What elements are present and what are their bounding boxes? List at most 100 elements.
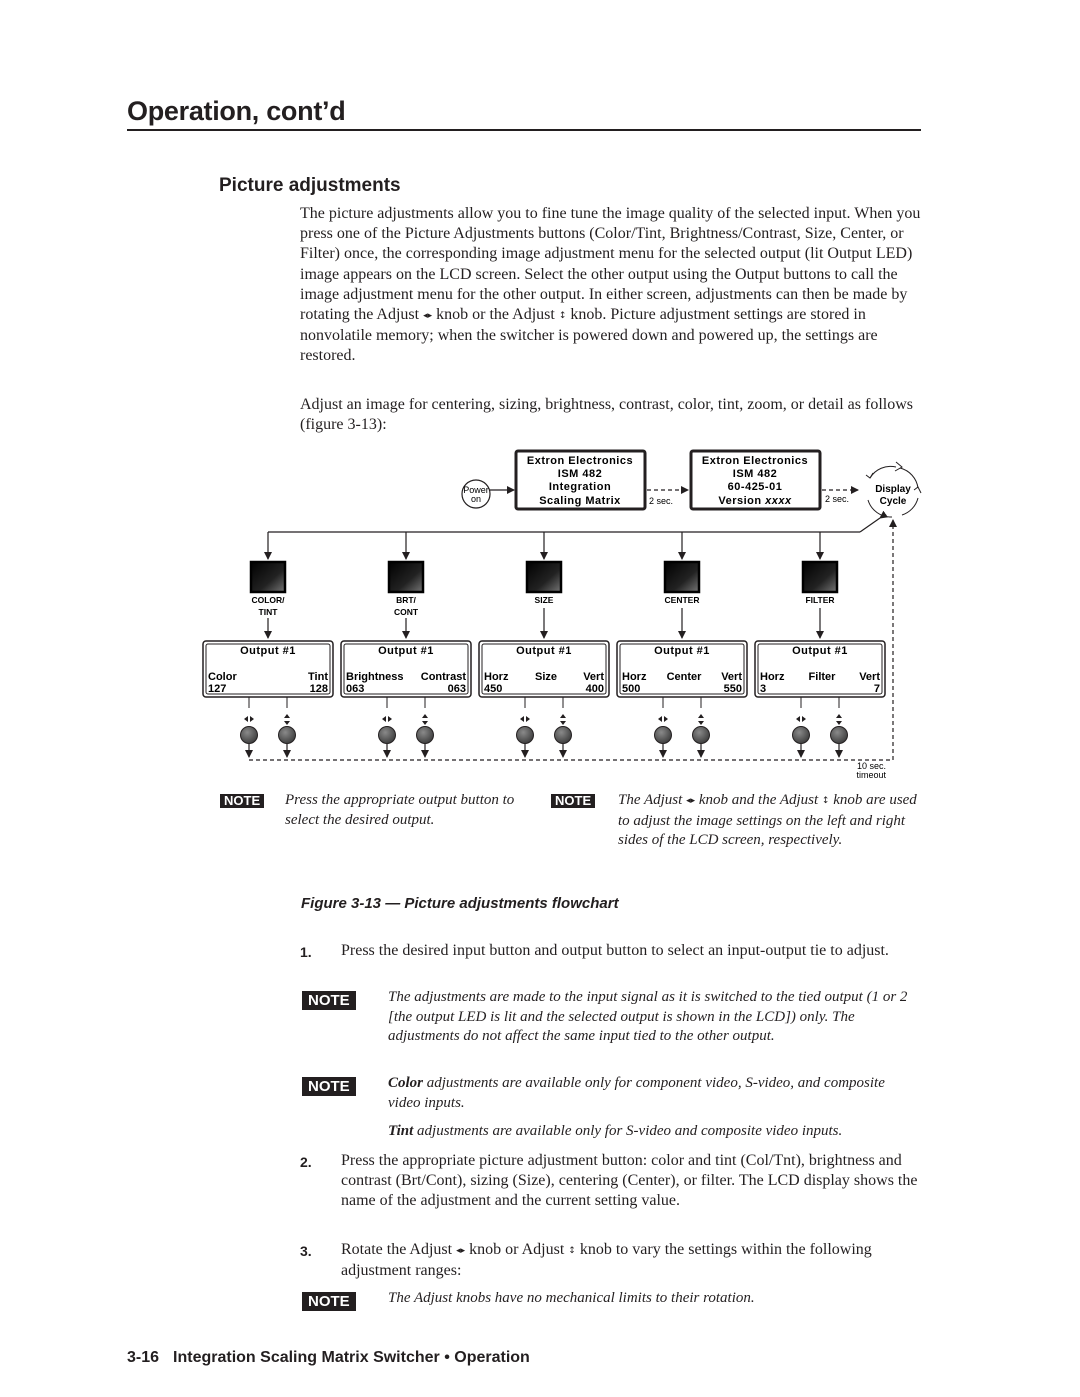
adjust-vertical-knob[interactable] — [830, 726, 848, 744]
adjust-horizontal-knob[interactable] — [516, 726, 534, 744]
adjustment-lcd: Output #1 Horz Size Vert 450 400 — [478, 640, 610, 698]
note-4: NOTE — [302, 1292, 356, 1311]
figure-note-left-text: Press the appropriate output button to s… — [285, 792, 515, 828]
power-on-node: Power on — [461, 479, 491, 509]
subsection-title: Picture adjustments — [219, 175, 401, 196]
on-label: on — [471, 494, 481, 504]
adjust-vertical-icon — [698, 714, 704, 725]
lcd-right-label: Vert — [583, 671, 604, 683]
step-text: Rotate the Adjust ◂▸ knob or Adjust ↕ kn… — [341, 1240, 926, 1281]
lcd-right-value: 7 — [874, 683, 880, 695]
page-footer: 3-16 Integration Scaling Matrix Switcher … — [127, 1349, 530, 1367]
adjust-horizontal-icon: ◂▸ — [423, 311, 433, 322]
lcd-right-label: Contrast — [421, 671, 467, 683]
lcd-title: Output #1 — [654, 645, 710, 657]
lcd-center-label: Size — [535, 671, 557, 683]
lcd-left-label: Horz — [622, 671, 647, 683]
note-badge: NOTE — [551, 794, 596, 808]
note-badge: NOTE — [302, 1292, 356, 1311]
button-label: COLOR/ — [251, 595, 285, 605]
display-cycle-node: Display Cycle — [865, 461, 922, 518]
note-3-text: Tint adjustments are available only for … — [388, 1122, 928, 1142]
note-2-text: Color adjustments are available only for… — [388, 1074, 918, 1113]
adjust-vertical-icon — [836, 714, 842, 725]
lcd-right-label: Tint — [308, 671, 328, 683]
lcd-right-label: Vert — [859, 671, 880, 683]
delay-label: 2 sec. — [649, 496, 673, 506]
adjust-horizontal-icon — [520, 716, 530, 722]
figure-note-right: NOTE — [551, 792, 596, 810]
button-label: BRT/ — [396, 595, 416, 605]
figure-caption: Figure 3-13 — Picture adjustments flowch… — [301, 895, 619, 912]
lcd-title: Output #1 — [240, 645, 296, 657]
note-badge: NOTE — [302, 1077, 356, 1096]
picture-adjustments-flowchart: Power on Extron Electronics ISM 482 Inte… — [202, 449, 922, 780]
adjust-horizontal-icon: ◂▸ — [456, 1246, 466, 1256]
adjustment-lcd: Output #1 Horz Filter Vert 3 7 — [754, 640, 886, 698]
adjustment-button[interactable] — [663, 560, 701, 594]
lcd-line: Version xxxx — [718, 495, 792, 507]
lcd-line: Scaling Matrix — [539, 495, 621, 507]
lcd-left-value: 450 — [484, 683, 502, 695]
note-2-body: adjustments are available only for compo… — [388, 1075, 885, 1111]
adjustment-button[interactable] — [801, 560, 839, 594]
adjust-horizontal-knob[interactable] — [240, 726, 258, 744]
adjust-horizontal-knob[interactable] — [792, 726, 810, 744]
step-3-text-b: knob or Adjust — [465, 1241, 569, 1258]
adjust-vertical-icon — [422, 714, 428, 725]
lcd-line: 60-425-01 — [728, 481, 783, 493]
adjust-vertical-knob[interactable] — [278, 726, 296, 744]
adjustment-lcd: Output #1 Horz Center Vert 500 550 — [616, 640, 748, 698]
adjustment-button[interactable] — [387, 560, 425, 594]
adjust-horizontal-icon — [382, 716, 392, 722]
lcd-title: Output #1 — [792, 645, 848, 657]
adjust-vertical-icon — [560, 714, 566, 725]
header-rule — [127, 129, 921, 131]
note-badge: NOTE — [220, 794, 265, 808]
adjustment-column: CENTER Output #1 Horz Center Vert 500 550 — [616, 532, 748, 758]
button-label: TINT — [259, 607, 279, 617]
button-label: FILTER — [805, 595, 834, 605]
step-number: 2. — [300, 1154, 312, 1170]
figure-note-left: NOTE — [220, 792, 265, 810]
adjust-vertical-knob[interactable] — [554, 726, 572, 744]
adjust-horizontal-icon — [658, 716, 668, 722]
intro-text-b: knob or the Adjust — [432, 306, 559, 324]
lcd-left-label: Color — [208, 671, 237, 683]
adjust-horizontal-knob[interactable] — [378, 726, 396, 744]
step-text: Press the appropriate picture adjustment… — [341, 1152, 918, 1210]
note-badge: NOTE — [302, 991, 356, 1010]
lcd-center-label: Filter — [809, 671, 837, 683]
lcd-left-label: Brightness — [346, 671, 403, 683]
button-label: SIZE — [535, 595, 554, 605]
note-text-a: The Adjust — [618, 792, 687, 808]
adjustment-column: SIZE Output #1 Horz Size Vert 450 400 — [478, 532, 610, 758]
lcd-line: Integration — [549, 481, 611, 493]
adjustment-button[interactable] — [525, 560, 563, 594]
button-label: CENTER — [665, 595, 700, 605]
lcd-left-value: 063 — [346, 683, 364, 695]
adjust-horizontal-icon: ◂▸ — [686, 796, 696, 806]
display-cycle-label: Cycle — [880, 496, 907, 507]
lcd-line: ISM 482 — [558, 468, 602, 480]
adjust-vertical-knob[interactable] — [416, 726, 434, 744]
adjust-horizontal-knob[interactable] — [654, 726, 672, 744]
note-text-b: knob and the Adjust — [695, 792, 822, 808]
adjust-vertical-knob[interactable] — [692, 726, 710, 744]
lcd-left-value: 127 — [208, 683, 226, 695]
display-cycle-label: Display — [875, 484, 911, 495]
lcd-line: ISM 482 — [733, 468, 777, 480]
lcd-left-value: 3 — [760, 683, 766, 695]
note-2-bold: Color — [388, 1075, 424, 1091]
step-3-text-a: Rotate the Adjust — [341, 1241, 457, 1258]
lcd-right-label: Vert — [721, 671, 742, 683]
delay-label: 2 sec. — [825, 494, 849, 504]
footer-title: Integration Scaling Matrix Switcher • Op… — [173, 1349, 530, 1366]
lcd-center-label: Center — [667, 671, 703, 683]
version-value: xxxx — [764, 495, 792, 507]
adjustment-button[interactable] — [249, 560, 287, 594]
note-3-body: adjustments are available only for S-vid… — [413, 1123, 843, 1139]
lcd-left-value: 500 — [622, 683, 640, 695]
timeout-label: timeout — [856, 770, 886, 780]
adjust-horizontal-icon — [244, 716, 254, 722]
